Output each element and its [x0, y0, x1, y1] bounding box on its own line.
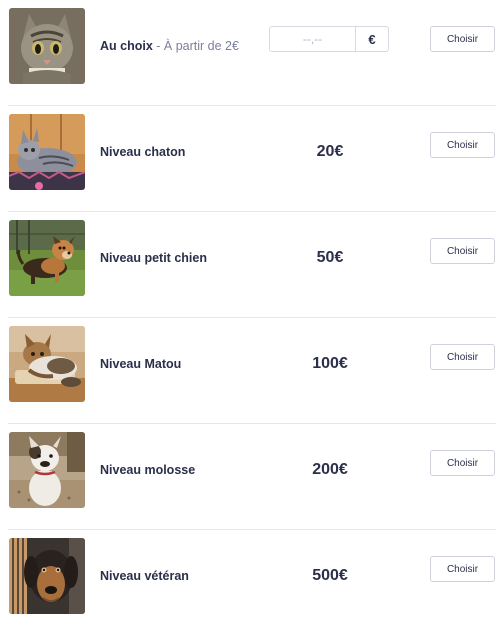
tier-title: Au choix - À partir de 2€: [100, 39, 239, 53]
tier-title: Niveau Matou: [100, 357, 182, 371]
tier-title: Niveau petit chien: [100, 251, 207, 265]
choose-button[interactable]: Choisir: [430, 26, 495, 52]
choose-button[interactable]: Choisir: [430, 344, 495, 370]
amount-input[interactable]: [270, 27, 355, 51]
tier-row-veteran: Niveau vétéran 500€ Choisir: [8, 530, 496, 636]
cats-lying-photo: [9, 326, 85, 402]
choose-button[interactable]: Choisir: [430, 132, 495, 158]
tier-row-custom: Au choix - À partir de 2€ € Choisir: [8, 0, 496, 106]
tier-row-molosse: Niveau molosse 200€ Choisir: [8, 424, 496, 530]
small-dog-on-grass-photo: [9, 220, 85, 296]
tier-price: 20€: [316, 143, 344, 160]
tier-price: 100€: [312, 355, 348, 372]
tier-price: 200€: [312, 461, 348, 478]
tabby-cat-photo: [9, 8, 85, 84]
tier-row-chaton: Niveau chaton 20€ Choisir: [8, 106, 496, 212]
choose-button[interactable]: Choisir: [430, 238, 495, 264]
grey-kitten-photo: [9, 114, 85, 190]
tier-title: Niveau chaton: [100, 145, 186, 159]
choose-button[interactable]: Choisir: [430, 556, 495, 582]
custom-amount-field: €: [269, 26, 389, 52]
tier-title: Niveau vétéran: [100, 569, 189, 583]
tier-row-petit-chien: Niveau petit chien 50€ Choisir: [8, 212, 496, 318]
old-dog-photo: [9, 538, 85, 614]
tier-title: Niveau molosse: [100, 463, 196, 477]
tier-min-amount: - À partir de 2€: [152, 39, 239, 53]
currency-label: €: [355, 27, 388, 51]
donation-tier-list: Au choix - À partir de 2€ € Choisir: [0, 0, 500, 636]
tier-row-matou: Niveau Matou 100€ Choisir: [8, 318, 496, 424]
choose-button[interactable]: Choisir: [430, 450, 495, 476]
tier-price: 500€: [312, 567, 348, 584]
tier-price: 50€: [316, 249, 344, 266]
white-bulldog-photo: [9, 432, 85, 508]
tier-name: Au choix: [100, 39, 153, 53]
